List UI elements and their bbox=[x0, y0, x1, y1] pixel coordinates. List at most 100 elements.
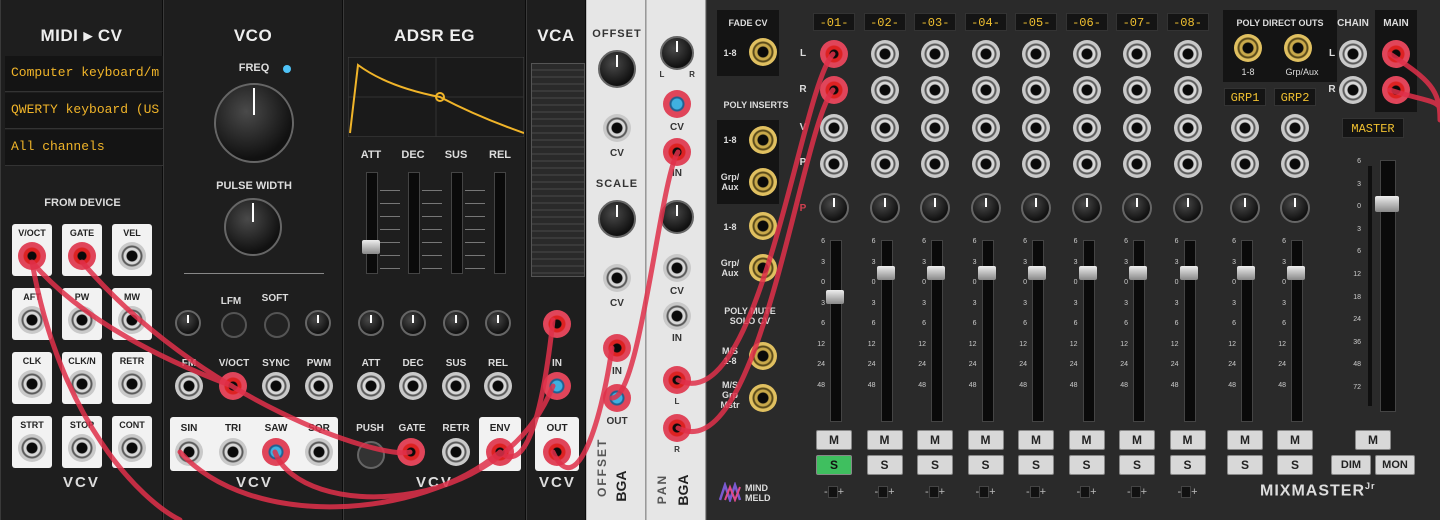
offset-cv-jack[interactable] bbox=[603, 114, 631, 142]
pan-cv-jack[interactable] bbox=[1072, 150, 1101, 178]
channel-trim[interactable]: - + bbox=[974, 485, 998, 499]
group-pan-knob[interactable] bbox=[1230, 193, 1260, 223]
volume-cv-jack[interactable] bbox=[971, 114, 1000, 142]
channel-label[interactable]: -02- bbox=[863, 13, 906, 31]
right-input-jack[interactable] bbox=[870, 76, 899, 104]
left-input-jack[interactable] bbox=[1072, 40, 1101, 68]
mute-button[interactable]: M bbox=[866, 430, 903, 450]
right-input-jack[interactable] bbox=[1173, 76, 1202, 104]
sync-input-jack[interactable] bbox=[262, 372, 290, 400]
saw-output-jack[interactable] bbox=[262, 438, 290, 466]
pwm-amount-knob[interactable] bbox=[305, 310, 331, 336]
sin-output-jack[interactable] bbox=[175, 438, 203, 466]
group-solo-button[interactable]: S bbox=[1227, 455, 1263, 475]
channel-trim[interactable]: - + bbox=[1176, 485, 1200, 499]
pan-cv-jack[interactable] bbox=[1173, 150, 1202, 178]
volume-cv-jack[interactable] bbox=[1173, 114, 1202, 142]
channel-fader-handle[interactable] bbox=[977, 266, 996, 280]
vca-output-jack[interactable] bbox=[543, 438, 571, 466]
group-pan-knob[interactable] bbox=[1280, 193, 1310, 223]
master-mute-button[interactable]: M bbox=[1355, 430, 1391, 450]
channel-fader-handle[interactable] bbox=[1028, 266, 1046, 280]
right-input-jack[interactable] bbox=[1022, 76, 1050, 104]
channel-label[interactable]: -05- bbox=[1015, 13, 1057, 31]
master-label[interactable]: MASTER bbox=[1342, 118, 1404, 138]
fade-cv-jack[interactable] bbox=[749, 38, 777, 66]
channel-fader-track[interactable] bbox=[830, 240, 842, 422]
retr-output-jack[interactable] bbox=[118, 370, 146, 398]
tri-output-jack[interactable] bbox=[219, 438, 247, 466]
pan-cv-jack[interactable] bbox=[971, 150, 1000, 178]
mute-button[interactable]: M bbox=[1119, 430, 1155, 450]
pan-knob[interactable] bbox=[1021, 193, 1051, 223]
left-input-jack[interactable] bbox=[971, 40, 1000, 68]
chain-r-jack[interactable] bbox=[1339, 76, 1367, 104]
direct-out-grp-jack[interactable] bbox=[1284, 34, 1312, 62]
pan-knob[interactable] bbox=[819, 193, 849, 223]
mute-button[interactable]: M bbox=[816, 430, 852, 450]
cont-output-jack[interactable] bbox=[118, 434, 146, 462]
mute-solo-18-jack[interactable] bbox=[749, 342, 777, 370]
volume-cv-jack[interactable] bbox=[921, 114, 949, 142]
solo-button[interactable]: S bbox=[1169, 455, 1206, 475]
group-fader-handle[interactable] bbox=[1237, 266, 1255, 280]
master-fader-handle[interactable] bbox=[1375, 196, 1399, 212]
freq-knob[interactable] bbox=[214, 83, 294, 163]
volume-cv-jack[interactable] bbox=[1123, 114, 1151, 142]
pan-knob[interactable] bbox=[1122, 193, 1152, 223]
mute-button[interactable]: M bbox=[967, 430, 1004, 450]
sqr-output-jack[interactable] bbox=[305, 438, 333, 466]
aft-output-jack[interactable] bbox=[18, 306, 46, 334]
solo-button[interactable]: S bbox=[917, 455, 953, 475]
pan-knob[interactable] bbox=[1172, 193, 1203, 223]
pwm-input-jack[interactable] bbox=[305, 372, 333, 400]
dim-button[interactable]: DIM bbox=[1331, 455, 1371, 475]
pan-knob[interactable] bbox=[869, 193, 900, 223]
pan-r-output-jack[interactable] bbox=[663, 414, 691, 442]
solo-button[interactable]: S bbox=[1018, 455, 1054, 475]
mute-button[interactable]: M bbox=[1018, 430, 1054, 450]
insert-return-grp-jack[interactable] bbox=[749, 254, 777, 282]
pan2-knob[interactable] bbox=[660, 200, 694, 234]
rel-cv-knob[interactable] bbox=[485, 310, 511, 336]
group-volume-cv-jack[interactable] bbox=[1281, 114, 1309, 142]
vca-cv-jack[interactable] bbox=[543, 310, 571, 338]
midi-device-display[interactable]: QWERTY keyboard (US bbox=[5, 93, 163, 129]
right-input-jack[interactable] bbox=[820, 76, 848, 104]
insert-send-jack[interactable] bbox=[749, 126, 777, 154]
group-mute-button[interactable]: M bbox=[1277, 430, 1313, 450]
lfm-switch[interactable] bbox=[221, 312, 247, 338]
mute-button[interactable]: M bbox=[1068, 430, 1105, 450]
left-input-jack[interactable] bbox=[820, 40, 848, 68]
release-slider[interactable] bbox=[494, 172, 506, 274]
pan-cv-jack[interactable] bbox=[870, 150, 899, 178]
pan-cv-jack[interactable] bbox=[663, 90, 691, 118]
pan-cv-jack[interactable] bbox=[921, 150, 949, 178]
channel-fader-handle[interactable] bbox=[826, 290, 844, 304]
solo-button[interactable]: S bbox=[967, 455, 1004, 475]
dec-cv-jack[interactable] bbox=[399, 372, 427, 400]
solo-button[interactable]: S bbox=[1119, 455, 1155, 475]
mono-button[interactable]: MON bbox=[1375, 455, 1415, 475]
push-button[interactable] bbox=[357, 441, 385, 469]
right-input-jack[interactable] bbox=[1123, 76, 1151, 104]
pan-knob[interactable] bbox=[660, 36, 694, 70]
solo-button[interactable]: S bbox=[816, 455, 852, 475]
gate-input-jack[interactable] bbox=[397, 438, 425, 466]
channel-fader-handle[interactable] bbox=[927, 266, 945, 280]
pan-cv-jack[interactable] bbox=[820, 150, 848, 178]
group-pan-cv-jack[interactable] bbox=[1281, 150, 1309, 178]
left-input-jack[interactable] bbox=[870, 40, 899, 68]
pan-cv-jack[interactable] bbox=[1123, 150, 1151, 178]
solo-button[interactable]: S bbox=[866, 455, 903, 475]
env-output-jack[interactable] bbox=[486, 438, 514, 466]
left-input-jack[interactable] bbox=[1123, 40, 1151, 68]
att-cv-jack[interactable] bbox=[357, 372, 385, 400]
stop-output-jack[interactable] bbox=[68, 434, 96, 462]
channel-label[interactable]: -07- bbox=[1116, 13, 1158, 31]
pan2-input-jack[interactable] bbox=[663, 302, 691, 330]
sus-cv-jack[interactable] bbox=[442, 372, 470, 400]
gate-output-jack[interactable] bbox=[68, 242, 96, 270]
channel-trim[interactable]: - + bbox=[1075, 485, 1099, 499]
channel-fader-handle[interactable] bbox=[1129, 266, 1147, 280]
